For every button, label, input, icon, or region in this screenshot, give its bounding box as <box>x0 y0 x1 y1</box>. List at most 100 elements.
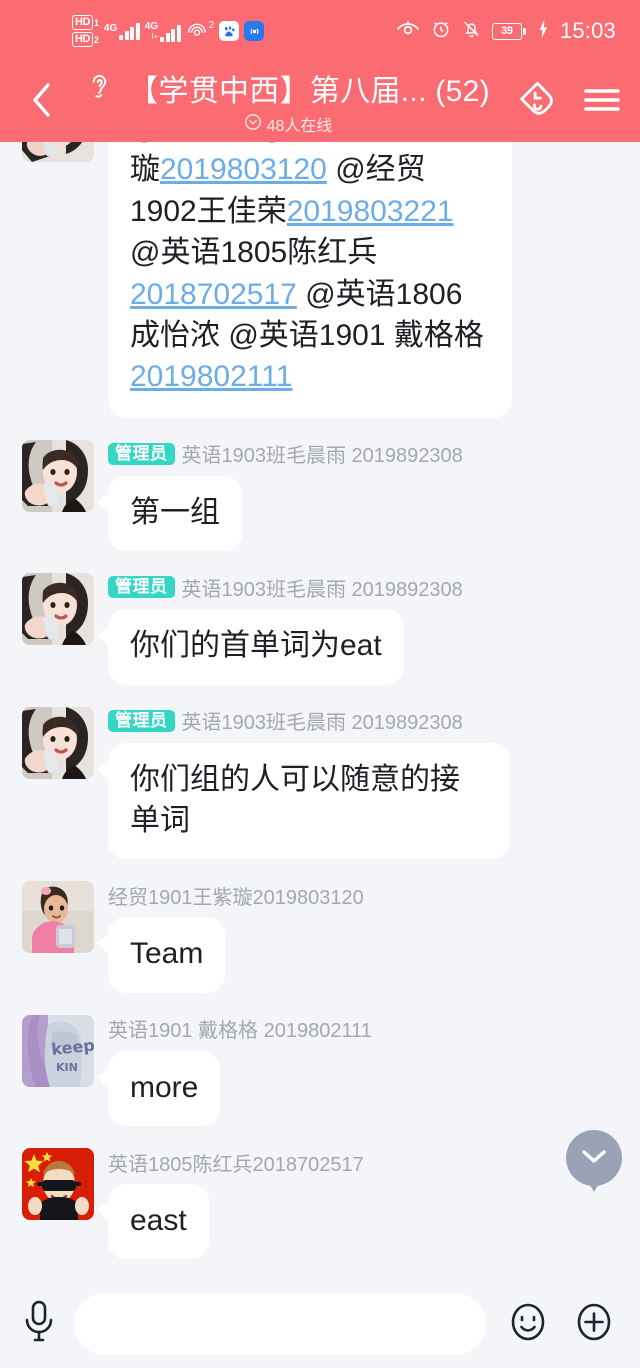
chevron-left-icon <box>29 80 55 125</box>
message-list[interactable]: @AKA-Z @经贸1901王紫璇2019803120 @经贸1902王佳荣20… <box>0 142 640 1280</box>
battery-cap <box>523 27 526 35</box>
message-text: east <box>130 1204 187 1238</box>
message-row[interactable]: 英语1805陈红兵2018702517 east <box>0 1148 640 1260</box>
message-content: 管理员 英语1903班毛晨雨 2019892308 第一组 <box>97 440 624 552</box>
chevron-down-circle-icon <box>244 113 262 136</box>
header-actions <box>514 77 622 128</box>
message-content: 管理员 英语1903班毛晨雨 2019892308 你们组的人可以随意的接单词 <box>97 707 624 860</box>
message-row[interactable]: 经贸1901王紫璇2019803120 Team <box>0 881 640 993</box>
message-bubble[interactable]: 第一组 <box>97 475 242 552</box>
mention-link[interactable]: 2018702517 <box>130 278 297 311</box>
message-text: 你们的首单词为eat <box>130 629 382 663</box>
chat-screen: HD 1 HD 2 4G 4G l+ 2 39 15:03 【学贯中西】第八届.… <box>0 0 640 1368</box>
voice-input-button[interactable] <box>22 1299 56 1350</box>
avatar[interactable] <box>22 439 94 512</box>
status-bar-left: HD 1 HD 2 4G 4G l+ 2 <box>72 15 265 47</box>
earpiece-mode-icon <box>86 71 112 106</box>
message-bubble[interactable]: @AKA-Z @经贸1901王紫璇2019803120 @经贸1902王佳荣20… <box>108 142 512 418</box>
message-bubble[interactable]: 你们的首单词为eat <box>97 609 404 685</box>
message-bubble[interactable]: 你们组的人可以随意的接单词 <box>97 742 510 860</box>
avatar[interactable] <box>22 706 94 779</box>
plus-circle-icon <box>570 1298 618 1351</box>
signal-sim2: 4G l+ <box>145 21 181 42</box>
signal-bars-sim1 <box>119 22 140 40</box>
online-count-row[interactable]: 48人在线 <box>244 112 333 136</box>
message-row[interactable]: 管理员 英语1903班毛晨雨 2019892308 你们组的人可以随意的接单词 <box>0 706 640 860</box>
scroll-to-bottom-button[interactable] <box>566 1130 622 1192</box>
message-row[interactable]: keep KIN 英语1901 戴格格 2019802111 more <box>0 1014 640 1127</box>
message-input-bar <box>0 1280 640 1368</box>
sender-row: 管理员 英语1903班毛晨雨 2019892308 <box>108 573 624 601</box>
online-count-label: 48人在线 <box>266 118 333 135</box>
signal-sim1: 4G <box>103 22 140 40</box>
hotspot-app-icon <box>244 21 265 41</box>
microphone-icon <box>22 1299 56 1350</box>
back-button[interactable] <box>22 78 62 126</box>
status-bar-clock: 15:03 <box>559 18 616 43</box>
sender-name: 英语1903班毛晨雨 2019892308 <box>181 712 463 735</box>
signal-bars-sim2 <box>160 24 181 42</box>
sender-name: 英语1805陈红兵2018702517 <box>108 1153 364 1176</box>
eye-comfort-icon <box>396 20 420 43</box>
mention-link[interactable]: 2019803120 <box>160 153 327 186</box>
sender-row: 管理员 英语1903班毛晨雨 2019892308 <box>108 440 624 468</box>
message-bubble[interactable]: east <box>97 1184 209 1260</box>
chat-header: 【学贯中西】第八届... (52) 48人在线 <box>0 62 640 142</box>
red-packet-button[interactable] <box>514 77 560 128</box>
bell-muted-icon <box>462 19 481 44</box>
dual-sim-hd-indicator: HD 1 HD 2 <box>72 15 99 47</box>
admin-badge: 管理员 <box>108 442 175 465</box>
message-bubble[interactable]: Team <box>96 917 226 993</box>
hd-sim1-number: 1 <box>93 17 99 28</box>
network-type-sim1: 4G <box>103 22 118 34</box>
mention-link[interactable]: 2019802111 <box>130 360 292 393</box>
message-input[interactable] <box>74 1293 486 1355</box>
pin-tail <box>586 1178 602 1192</box>
emoji-button[interactable] <box>504 1298 552 1351</box>
avatar[interactable] <box>22 881 94 954</box>
sender-name: 英语1903班毛晨雨 2019892308 <box>181 578 463 601</box>
sender-name: 英语1901 戴格格 2019802111 <box>108 1020 372 1043</box>
message-row[interactable]: @AKA-Z @经贸1901王紫璇2019803120 @经贸1902王佳荣20… <box>0 142 640 418</box>
mention-text-segment: @英语1805陈红兵 <box>130 236 378 270</box>
hotspot-signal-icon: 2 <box>186 20 215 41</box>
svg-text:KIN: KIN <box>56 1061 78 1074</box>
avatar[interactable] <box>22 142 94 162</box>
hd-sim2-number: 2 <box>93 34 99 45</box>
page-title: 【学贯中西】第八届... (52) <box>128 75 490 108</box>
battery-indicator: 39 <box>491 22 526 40</box>
menu-button[interactable] <box>582 84 622 121</box>
admin-badge: 管理员 <box>108 576 175 599</box>
alarm-clock-icon <box>431 19 451 44</box>
hotspot-count: 2 <box>208 20 215 31</box>
sender-row: 英语1805陈红兵2018702517 <box>108 1148 624 1176</box>
sender-row: 英语1901 戴格格 2019802111 <box>108 1015 624 1043</box>
sender-row: 经贸1901王紫璇2019803120 <box>108 881 624 909</box>
avatar[interactable]: keep KIN <box>22 1014 94 1087</box>
message-content: 管理员 英语1903班毛晨雨 2019892308 你们的首单词为eat <box>97 573 624 685</box>
battery-level: 39 <box>491 22 522 40</box>
chat-title-block[interactable]: 【学贯中西】第八届... (52) 48人在线 <box>62 66 514 138</box>
more-actions-button[interactable] <box>570 1298 618 1351</box>
charging-bolt-icon <box>537 19 549 44</box>
sender-row: 管理员 英语1903班毛晨雨 2019892308 <box>108 707 624 735</box>
message-bubble[interactable]: more <box>96 1050 221 1127</box>
network-sub-sim2: l+ <box>151 31 159 41</box>
message-content: 经贸1901王紫璇2019803120 Team <box>96 881 624 993</box>
avatar[interactable] <box>22 573 94 646</box>
message-row[interactable]: 管理员 英语1903班毛晨雨 2019892308 第一组 <box>0 439 640 552</box>
message-content: 英语1901 戴格格 2019802111 more <box>96 1015 624 1127</box>
hd-label-sim2: HD <box>72 32 93 47</box>
smiley-face-icon <box>504 1298 552 1351</box>
red-packet-icon <box>514 77 560 128</box>
message-text: 第一组 <box>130 495 220 529</box>
network-type-sim2: 4G <box>144 20 159 32</box>
avatar-image <box>22 142 94 162</box>
hamburger-menu-icon <box>582 84 622 121</box>
avatar[interactable] <box>22 1148 94 1221</box>
message-text: 你们组的人可以随意的接单词 <box>130 762 460 837</box>
message-text: more <box>130 1070 199 1104</box>
message-row[interactable]: 管理员 英语1903班毛晨雨 2019892308 你们的首单词为eat <box>0 573 640 685</box>
baidu-icon <box>219 21 240 41</box>
mention-link[interactable]: 2019803221 <box>287 195 454 228</box>
